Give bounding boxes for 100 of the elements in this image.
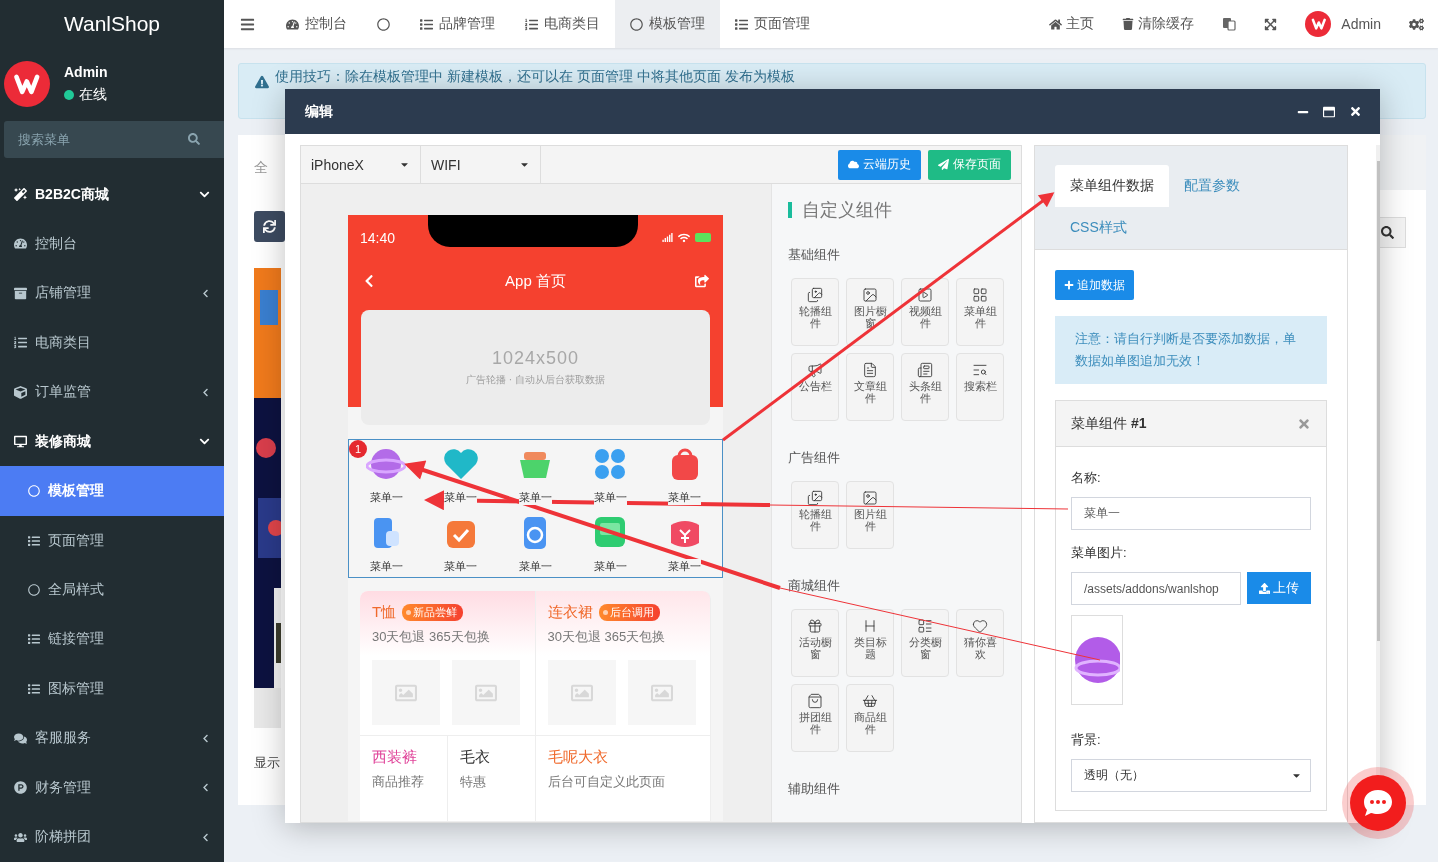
menu-label: 菜单一 [444, 490, 478, 505]
section-title: 辅助组件 [788, 780, 841, 798]
nav-tab-label: 模板管理 [649, 15, 705, 33]
nav-link-label: 清除缓存 [1138, 15, 1195, 33]
component-tile[interactable]: 猜你喜欢 [956, 609, 1004, 677]
list-icon [420, 17, 433, 31]
network-select[interactable]: WIFI [421, 146, 541, 183]
banner-size: 1024x500 [491, 348, 580, 369]
list-icon [525, 17, 538, 31]
battery-icon [695, 233, 711, 242]
p-sign-icon [14, 781, 27, 795]
menu-component[interactable]: 1 菜单一 菜单一 菜单一 菜单一 菜单一 菜单一 菜单一 菜单一 菜单一 菜单一 [348, 439, 723, 578]
sidebar-subitem[interactable]: 全局样式 [0, 565, 224, 615]
component-tile[interactable]: 图片组件 [846, 481, 894, 549]
add-data-button[interactable]: 追加数据 [1055, 270, 1134, 300]
nav-tab-label: 品牌管理 [439, 15, 495, 33]
banner-caption: 广告轮播 · 自动从后台获取数据 [466, 373, 605, 387]
component-tile[interactable]: 轮播组件 [791, 278, 839, 346]
upload-button[interactable]: 上传 [1247, 572, 1311, 604]
heart-icon [972, 618, 988, 634]
avatar [1305, 11, 1332, 37]
user-menu[interactable]: Admin [1291, 11, 1395, 37]
search-icon [972, 362, 988, 378]
component-tile[interactable]: 视频组件 [901, 278, 949, 346]
nav-tab[interactable]: 页面管理 [720, 0, 825, 48]
component-tile[interactable]: 轮播组件 [791, 481, 839, 549]
nav-link-label: 主页 [1066, 15, 1095, 33]
sidebar-label: 模板管理 [48, 482, 105, 501]
sidebar-item[interactable]: 客服服务 [0, 713, 224, 764]
nav-tab[interactable]: 模板管理 [615, 0, 720, 48]
users-icon [14, 830, 27, 844]
sidebar-item[interactable]: 财务管理 [0, 763, 224, 813]
app-logo[interactable]: WanlShop [0, 0, 224, 48]
fullscreen-icon [1264, 17, 1278, 31]
sidebar-subitem[interactable]: 链接管理 [0, 614, 224, 665]
component-tile[interactable]: 类目标题 [846, 609, 894, 677]
image-path-field[interactable]: /assets/addons/wanlshop [1071, 572, 1241, 605]
dashboard-icon [286, 17, 299, 31]
sidebar-item[interactable]: 控制台 [0, 219, 224, 269]
refresh-button[interactable] [254, 211, 285, 242]
share-icon[interactable] [695, 274, 709, 288]
trash-icon [1122, 18, 1135, 30]
settings-tab[interactable]: 菜单组件数据 [1055, 165, 1169, 207]
sidebar-label: 图标管理 [48, 679, 105, 698]
card-subtitle: 特惠 [459, 773, 487, 791]
sidebar-label: 电商类目 [35, 333, 92, 352]
sidebar-subitem[interactable]: 页面管理 [0, 515, 224, 566]
tag: 新品尝鲜 [402, 604, 464, 621]
component-tile[interactable]: 文章组件 [846, 353, 894, 421]
device-select[interactable]: iPhoneX [301, 146, 421, 183]
menu-icon [240, 16, 255, 32]
dialog-title: 编辑 [305, 102, 334, 121]
sidebar-label: 订单监管 [35, 383, 92, 402]
sidebar-label: 财务管理 [35, 778, 92, 797]
component-tile[interactable]: 头条组件 [901, 353, 949, 421]
footer-text: 显示 [254, 754, 280, 772]
image-icon [862, 490, 878, 506]
sidebar-item[interactable]: 装修商城 [0, 417, 224, 467]
component-tile[interactable]: 活动橱窗 [791, 609, 839, 677]
user-name: Admin [64, 64, 108, 81]
heading-icon [862, 618, 878, 634]
list-icon [14, 336, 27, 350]
settings-icon [1409, 16, 1424, 32]
sidebar-subitem[interactable]: 图标管理 [0, 664, 224, 714]
menu-label: 菜单一 [519, 558, 552, 574]
translate-icon [1222, 17, 1237, 31]
background-select[interactable]: 透明（无） [1071, 759, 1311, 792]
nav-tab-label: 页面管理 [754, 15, 810, 33]
dashboard-icon [14, 237, 27, 251]
sidebar-item[interactable]: 店铺管理 [0, 268, 224, 319]
sidebar-subitem[interactable]: 模板管理 [0, 466, 224, 516]
history-button[interactable]: 云端历史 [838, 149, 921, 180]
palette-title: 自定义组件 [802, 199, 892, 222]
component-tile[interactable]: 商品组件 [846, 684, 894, 752]
card-title: 毛衣 [459, 748, 490, 765]
avatar [4, 61, 50, 108]
component-tile[interactable]: 分类橱窗 [901, 609, 949, 677]
sidebar-item[interactable]: 电商类目 [0, 318, 224, 368]
nav-tab[interactable]: 电商类目 [510, 0, 615, 48]
cube-icon [14, 385, 27, 399]
name-field[interactable]: 菜单一 [1071, 497, 1311, 530]
card-title: 西装裤 [372, 748, 417, 765]
refresh-icon [263, 220, 276, 233]
search-field[interactable]: 搜索菜单 [4, 120, 224, 158]
image-icon [862, 287, 878, 303]
nav-link[interactable]: 主页 [1035, 15, 1109, 33]
component-tile[interactable]: 公告栏 [791, 353, 839, 421]
component-tile[interactable]: 拼团组件 [791, 684, 839, 752]
section-title: 广告组件 [788, 449, 841, 467]
nav-link[interactable]: 清除缓存 [1108, 15, 1209, 33]
nav-tab[interactable]: 控制台 [271, 0, 362, 48]
sidebar-item[interactable]: B2B2C商城 [0, 169, 224, 220]
sidebar-item[interactable]: 阶梯拼团 [0, 812, 224, 862]
component-tile[interactable]: 搜索栏 [956, 353, 1004, 421]
warning-icon [255, 75, 269, 89]
sidebar-item[interactable]: 订单监管 [0, 367, 224, 417]
close-icon[interactable] [1297, 416, 1311, 431]
component-tile[interactable]: 菜单组件 [956, 278, 1004, 346]
nav-tab[interactable]: 品牌管理 [405, 0, 510, 48]
search-icon [1380, 226, 1394, 239]
